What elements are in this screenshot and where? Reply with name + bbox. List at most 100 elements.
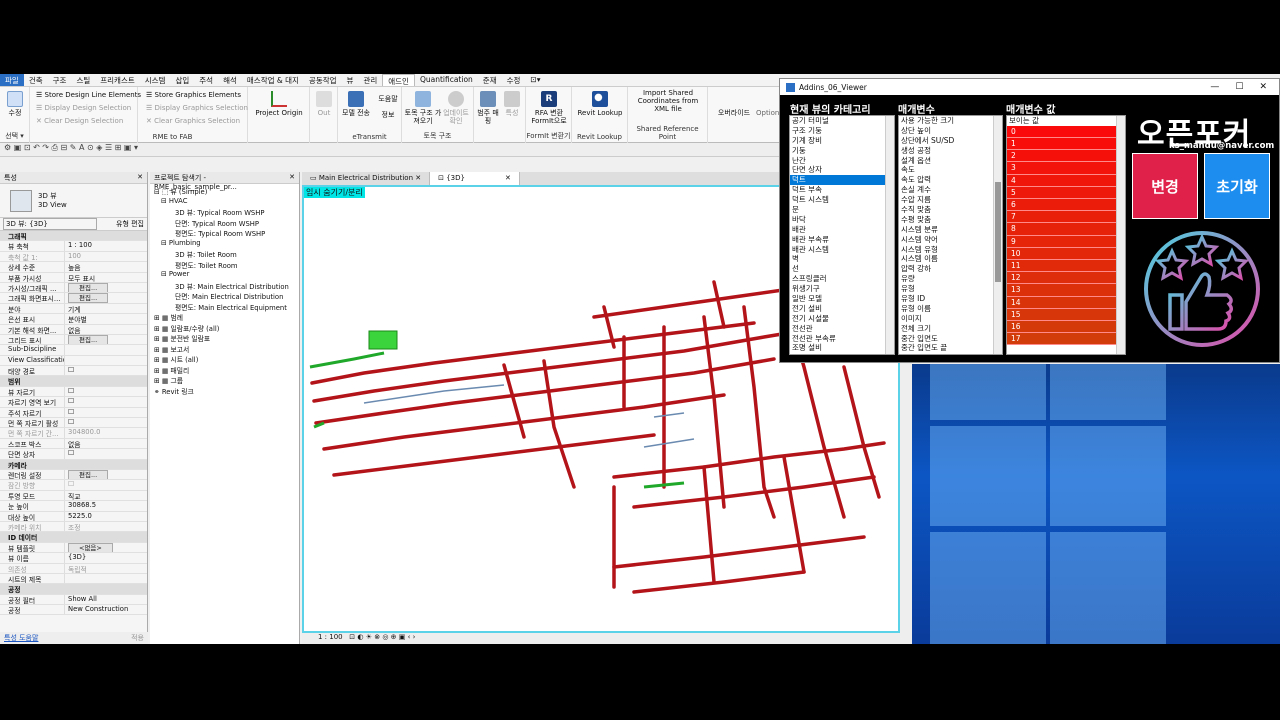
property-value[interactable]: 1 : 100: [68, 241, 92, 249]
browser-tree-item[interactable]: ⊞ ▦ 보고서: [154, 344, 299, 355]
maximize-button[interactable]: ☐: [1235, 82, 1243, 92]
import-coords-button[interactable]: Import Shared Coordinates from XML file: [630, 89, 706, 113]
parameter-item[interactable]: 수직 맞춤: [899, 205, 1002, 215]
category-list[interactable]: 공기 터미널 구조 기둥 기계 장비 기둥 난간 단면 상자 덕트 덕트 부속 덕트 시스템 문 바…: [789, 115, 895, 355]
minimize-button[interactable]: —: [1210, 82, 1219, 92]
value-item[interactable]: 0: [1007, 125, 1125, 139]
browser-tree-item[interactable]: ⊞ ▦ 일람표/수량 (all): [154, 323, 299, 334]
help-button[interactable]: 도움말 정보: [374, 95, 402, 119]
browser-tree-item[interactable]: ⊞ ▦ 패밀리: [154, 365, 299, 376]
ribbon-tab[interactable]: Quantification: [415, 74, 478, 86]
category-item[interactable]: 조명 설비: [790, 343, 894, 353]
parameter-item[interactable]: 손실 계수: [899, 185, 1002, 195]
property-value[interactable]: ☐: [68, 408, 74, 416]
browser-tree-item[interactable]: ⊞ ▦ 시트 (all): [154, 354, 299, 365]
property-value[interactable]: ☐: [68, 366, 74, 374]
category-item[interactable]: 덕트 부속: [790, 185, 894, 195]
parameter-item[interactable]: 이미지: [899, 314, 1002, 324]
type-selector[interactable]: 3D 뷰 3D View: [0, 184, 147, 218]
property-edit-button[interactable]: <없음>: [68, 542, 113, 553]
parameter-scrollbar[interactable]: [993, 116, 1002, 354]
override-button[interactable]: 오버라이드: [710, 109, 758, 117]
tab-main-electrical[interactable]: ▭ Main Electrical Distribution ✕: [302, 172, 431, 185]
clear-design-button[interactable]: ✕ Clear Design Selection: [36, 117, 123, 125]
ribbon-tab[interactable]: ⊡▾: [525, 74, 545, 86]
property-value[interactable]: {3D}: [68, 553, 86, 561]
value-item[interactable]: 5: [1007, 186, 1125, 200]
category-scrollbar[interactable]: [885, 116, 894, 354]
property-value[interactable]: 304800.0: [68, 428, 100, 436]
property-value[interactable]: ☐: [68, 418, 74, 426]
value-item[interactable]: 17: [1007, 333, 1125, 346]
category-item[interactable]: 전선관 부속류: [790, 334, 894, 344]
ribbon-tab[interactable]: 준재: [478, 74, 502, 86]
property-edit-button[interactable]: 편집...: [68, 282, 109, 293]
property-section[interactable]: ID 데이터: [0, 532, 147, 543]
parameter-item[interactable]: 시스템 이름: [899, 254, 1002, 264]
browser-tree-item[interactable]: ⊞ ▦ 분전반 일람표: [154, 333, 299, 344]
parameter-item[interactable]: 사용 가능한 크기: [899, 116, 1002, 126]
property-value[interactable]: 없음: [68, 441, 81, 448]
ribbon-tab[interactable]: 뷰: [342, 74, 359, 86]
parameter-item[interactable]: 수평 맞춤: [899, 215, 1002, 225]
close-icon[interactable]: ✕: [137, 173, 143, 182]
category-item[interactable]: 전기 시설물: [790, 314, 894, 324]
category-item[interactable]: 위생기구: [790, 284, 894, 294]
value-item[interactable]: 11: [1007, 259, 1125, 273]
parameter-item[interactable]: 중간 입면도: [899, 334, 1002, 344]
browser-tree-item[interactable]: ⊟ Plumbing: [154, 239, 299, 250]
browser-tree-item[interactable]: ⊞ ▦ 범례: [154, 312, 299, 323]
ribbon-tab[interactable]: 건축: [24, 74, 48, 86]
ribbon-tab[interactable]: 구조: [48, 74, 72, 86]
scroll-thumb[interactable]: [995, 182, 1001, 282]
category-item[interactable]: 공기 터미널: [790, 116, 894, 126]
ribbon-tab[interactable]: 스틸: [71, 74, 95, 86]
property-value[interactable]: 기계: [68, 306, 81, 313]
parameter-item[interactable]: 생성 공정: [899, 146, 1002, 156]
category-item[interactable]: 전선관: [790, 324, 894, 334]
close-button[interactable]: ✕: [1259, 82, 1267, 92]
browser-tree-item[interactable]: 단면: Main Electrical Distribution: [154, 291, 299, 302]
edit-type-button[interactable]: 유형 편집: [116, 219, 144, 229]
category-item[interactable]: 벽: [790, 254, 894, 264]
category-item[interactable]: 난간: [790, 156, 894, 166]
out-button[interactable]: Out: [312, 91, 336, 117]
parameter-item[interactable]: 유형: [899, 284, 1002, 294]
property-value[interactable]: 30868.5: [68, 501, 96, 509]
parameter-item[interactable]: 유형 이름: [899, 304, 1002, 314]
ribbon-tab[interactable]: 프리캐스트: [95, 74, 140, 86]
category-item[interactable]: 선: [790, 264, 894, 274]
category-item[interactable]: 일반 모델: [790, 294, 894, 304]
category-item[interactable]: 바닥: [790, 215, 894, 225]
revit-lookup-button[interactable]: Revit Lookup: [574, 91, 626, 117]
browser-tree-item[interactable]: 3D 뷰: Toilet Room: [154, 249, 299, 260]
clear-graphics-button[interactable]: ✕ Clear Graphics Selection: [146, 117, 240, 125]
browser-tree-item[interactable]: ⚭ Revit 링크: [154, 386, 299, 397]
browser-tree-item[interactable]: 평면도: Typical Room WSHP: [154, 228, 299, 239]
select-label[interactable]: 선택 ▾: [0, 131, 29, 141]
info-label[interactable]: 정보: [382, 111, 395, 119]
property-value[interactable]: 100: [68, 252, 81, 260]
property-value[interactable]: 조정: [68, 524, 81, 531]
property-value[interactable]: 5225.0: [68, 512, 92, 520]
parameter-item[interactable]: 유형 ID: [899, 294, 1002, 304]
property-edit-button[interactable]: 편집...: [68, 293, 109, 303]
browser-tree-item[interactable]: 단면: Typical Room WSHP: [154, 218, 299, 229]
tab-3d[interactable]: ⊡ {3D} ✕: [430, 172, 520, 185]
category-item[interactable]: 기계 장비: [790, 136, 894, 146]
properties-help-link[interactable]: 특성 도움말: [4, 633, 38, 643]
value-item[interactable]: 14: [1007, 296, 1125, 309]
browser-tree-item[interactable]: ⊟ HVAC: [154, 197, 299, 208]
value-item[interactable]: 3: [1007, 162, 1125, 175]
ribbon-tab[interactable]: 수정: [502, 74, 526, 86]
category-item[interactable]: 덕트: [790, 175, 894, 186]
value-item[interactable]: 1: [1007, 138, 1125, 151]
property-value[interactable]: ☐: [68, 449, 74, 457]
value-item[interactable]: 2: [1007, 150, 1125, 163]
value-scrollbar[interactable]: [1116, 116, 1125, 354]
display-design-button[interactable]: ☰ Display Design Selection: [36, 104, 131, 112]
value-item[interactable]: 9: [1007, 235, 1125, 248]
parameter-item[interactable]: 수압 지름: [899, 195, 1002, 205]
category-item[interactable]: 스프링클러: [790, 274, 894, 284]
ribbon-tab[interactable]: 관리: [358, 74, 382, 86]
